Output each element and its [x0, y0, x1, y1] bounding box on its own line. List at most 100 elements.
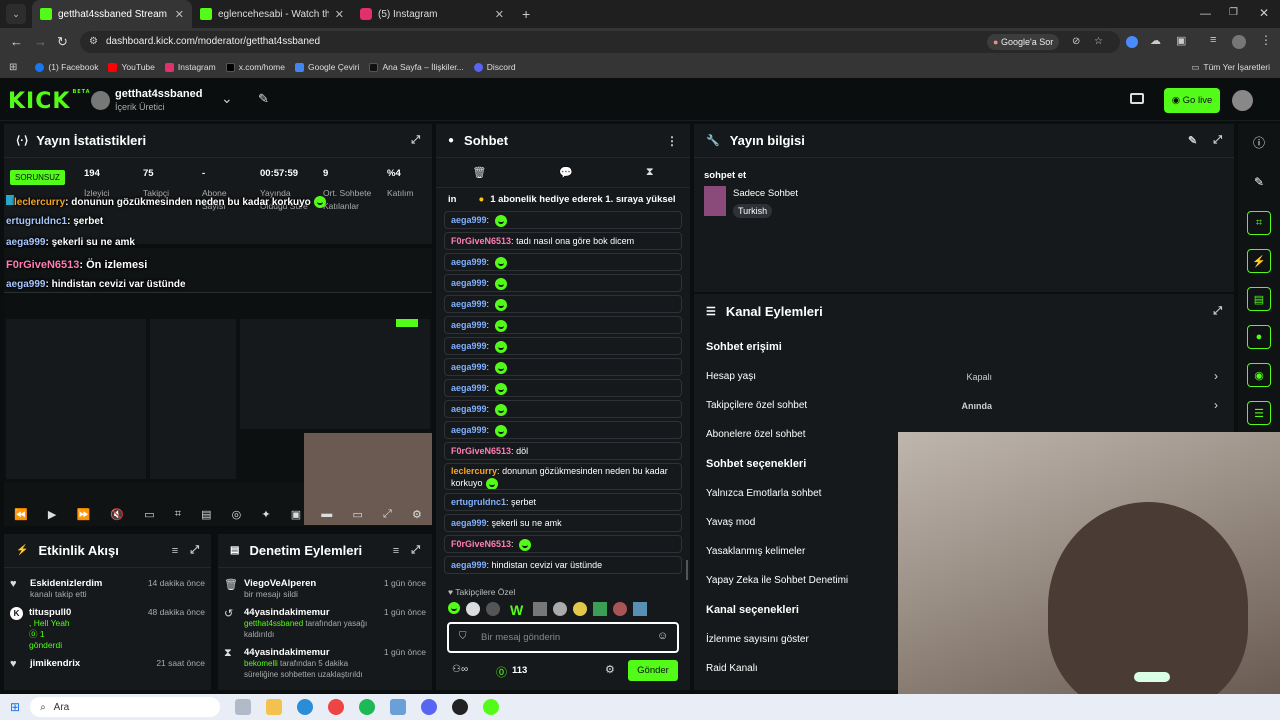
reload-icon[interactable]: ↻ — [57, 34, 68, 50]
chevron-right-icon[interactable]: › — [1214, 369, 1218, 383]
chat-message[interactable]: F0rGiveN6513: tadı nasıl ona göre bok di… — [444, 232, 682, 250]
chat-username[interactable]: aega999 — [451, 299, 487, 309]
pin-icon[interactable]: ✎ — [258, 91, 269, 107]
activity-user[interactable]: Eskidenizlerdim — [30, 578, 148, 589]
chat-message[interactable]: aega999: — [444, 211, 682, 229]
channel-name[interactable]: getthat4ssbaned — [115, 88, 202, 100]
record-icon[interactable]: ◎ — [232, 508, 242, 521]
screen-icon[interactable]: ▭ — [352, 508, 362, 521]
tab-search-icon[interactable]: ⌄ — [6, 4, 26, 24]
forward-icon[interactable]: → — [34, 34, 47, 49]
crop-tool-icon[interactable]: ⌗ — [1247, 211, 1271, 235]
clipboard-tool-icon[interactable]: ▤ — [1247, 287, 1271, 311]
chat-username[interactable]: F0rGiveN6513 — [451, 236, 511, 246]
star-icon[interactable]: ☆ — [1094, 31, 1103, 53]
minimize-icon[interactable]: — — [1200, 8, 1211, 20]
rewind-icon[interactable]: ⏪ — [14, 508, 28, 521]
url-bar[interactable]: ⚙ dashboard.kick.com/moderator/getthat4s… — [80, 31, 1120, 53]
chat-username[interactable]: aega999 — [451, 278, 487, 288]
bookmark-discord[interactable]: Discord — [473, 62, 516, 72]
list-tool-icon[interactable]: ☰ — [1247, 401, 1271, 425]
window-close-icon[interactable]: ✕ — [1259, 6, 1269, 20]
go-live-button[interactable]: ◉ Go live — [1164, 88, 1220, 113]
extension-2-icon[interactable]: ☁ — [1150, 34, 1161, 47]
emote-icon[interactable] — [613, 602, 628, 616]
obs-icon[interactable] — [452, 699, 469, 715]
expand-icon[interactable]: ⤢ — [190, 544, 199, 557]
chat-username[interactable]: aega999 — [451, 341, 487, 351]
task-view-icon[interactable] — [235, 699, 252, 715]
pip-icon[interactable]: ▣ — [291, 508, 301, 521]
bookmark-google-ceviri[interactable]: Google Çeviri — [294, 62, 359, 72]
all-bookmarks[interactable]: ▭ Tüm Yer İşaretleri — [1191, 62, 1270, 73]
send-button[interactable]: Gönder — [628, 660, 678, 681]
followers-only-row[interactable]: Takipçilere özel sohbet Anında — [694, 391, 1234, 420]
spotify-icon[interactable] — [359, 699, 376, 715]
chat-more-icon[interactable]: ⋮ — [666, 134, 678, 148]
chat-settings-icon[interactable]: ⚙ — [605, 663, 615, 676]
filter-icon[interactable]: ≡ — [393, 545, 399, 557]
activity-user[interactable]: tituspull0 — [29, 607, 148, 618]
fullscreen-icon[interactable]: ⤢ — [383, 508, 392, 521]
chat-message[interactable]: aega999: — [444, 400, 682, 418]
site-info-icon[interactable]: ⚙ — [89, 31, 98, 53]
chat-username[interactable]: ertugruldnc1 — [451, 497, 506, 507]
pinned-bar[interactable]: in ● 1 abonelik hediye ederek 1. sıraya … — [436, 188, 690, 210]
crop-icon[interactable]: ⌗ — [175, 508, 181, 521]
moderation-user[interactable]: 44yasindakimemur — [244, 607, 384, 618]
chat-tool-icon[interactable]: ● — [1247, 325, 1271, 349]
extensions-puzzle-icon[interactable]: ▣ — [1176, 34, 1186, 47]
chat-username[interactable]: leclercurry — [451, 466, 497, 476]
broadcast-tool-icon[interactable]: ◉ — [1247, 363, 1271, 387]
chevron-right-icon[interactable]: › — [1214, 398, 1218, 412]
chat-username[interactable]: aega999 — [451, 518, 487, 528]
chat-username[interactable]: F0rGiveN6513 — [451, 539, 511, 549]
play-icon[interactable]: ▶ — [48, 508, 56, 521]
chat-username[interactable]: aega999 — [451, 383, 487, 393]
taskbar-search[interactable]: ⌕ Ara — [30, 697, 221, 717]
app-icon[interactable] — [390, 699, 407, 715]
chat-message[interactable]: aega999: — [444, 421, 682, 439]
eye-off-icon[interactable]: ⊘ — [1072, 31, 1080, 53]
chat-username[interactable]: aega999 — [451, 404, 487, 414]
chat-message[interactable]: aega999: şekerli su ne amk — [444, 514, 682, 532]
emote-icon[interactable] — [633, 602, 648, 616]
emote-icon[interactable] — [466, 602, 480, 616]
chat-username[interactable]: F0rGiveN6513 — [451, 446, 511, 456]
chat-message[interactable]: leclercurry: donunun gözükmesinden neden… — [444, 463, 682, 490]
file-explorer-icon[interactable] — [266, 699, 283, 715]
info-icon[interactable]: ⓘ — [1238, 134, 1280, 151]
channel-avatar[interactable] — [91, 91, 110, 110]
trash-icon[interactable]: 🗑 — [472, 166, 486, 179]
close-tab-icon[interactable]: ✕ — [495, 8, 504, 21]
chat-bubble-icon[interactable]: 💬 — [559, 166, 573, 179]
expand-icon[interactable]: ⤢ — [411, 134, 420, 147]
chat-username[interactable]: aega999 — [451, 560, 487, 570]
bookmark-facebook[interactable]: (1) Facebook — [35, 62, 98, 72]
caption-icon[interactable]: ▤ — [201, 508, 211, 521]
chrome-icon[interactable] — [328, 699, 345, 715]
emoji-picker-icon[interactable]: ☺ — [657, 630, 668, 642]
google-sor-button[interactable]: ● Google'a Sor — [987, 34, 1060, 50]
bookmark-ana-sayfa[interactable]: Ana Sayfa – İlişkiler... — [369, 62, 464, 72]
chat-username[interactable]: aega999 — [451, 215, 487, 225]
studio-icon[interactable] — [1130, 93, 1144, 104]
chat-message[interactable]: F0rGiveN6513: döl — [444, 442, 682, 460]
profile-avatar[interactable] — [1232, 35, 1246, 49]
emote-icon[interactable] — [593, 602, 608, 616]
hourglass-icon[interactable]: ⧗ — [646, 166, 654, 179]
expand-icon[interactable]: ⤢ — [1213, 134, 1222, 147]
emote-icon[interactable] — [486, 602, 500, 616]
chat-message[interactable]: aega999: — [444, 337, 682, 355]
new-tab-icon[interactable]: + — [522, 6, 530, 22]
sparkle-icon[interactable]: ✦ — [261, 508, 270, 521]
activity-user[interactable]: jimikendrix — [30, 658, 156, 669]
apps-grid-icon[interactable]: ⊞ — [9, 62, 17, 73]
extension-1-icon[interactable] — [1126, 36, 1138, 48]
browser-tab-1[interactable]: eglencehesabi - Watch the VOD ✕ — [192, 0, 352, 28]
close-tab-icon[interactable]: ✕ — [335, 8, 344, 21]
chat-message[interactable]: F0rGiveN6513: — [444, 535, 682, 553]
emote-icon[interactable] — [448, 602, 460, 614]
chat-username[interactable]: aega999 — [451, 425, 487, 435]
chat-message[interactable]: aega999: — [444, 295, 682, 313]
